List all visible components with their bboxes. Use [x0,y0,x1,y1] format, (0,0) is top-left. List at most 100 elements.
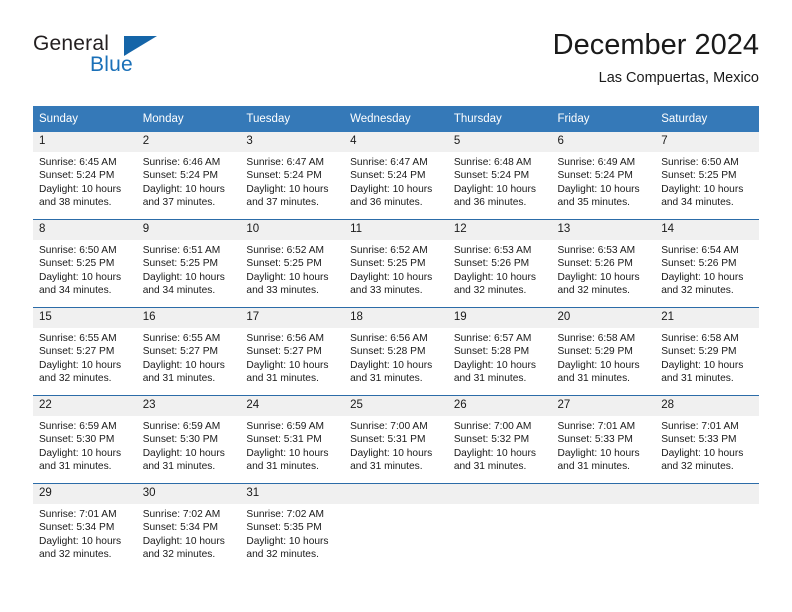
daylight-text-line1: Daylight: 10 hours [350,359,433,371]
day-cell[interactable]: 24 Sunrise: 6:59 AM Sunset: 5:31 PM Dayl… [240,395,345,484]
day-number: 1 [33,132,137,152]
daylight-text-line1: Daylight: 10 hours [246,183,329,195]
day-number: 12 [447,220,552,240]
daylight-text-line1: Daylight: 10 hours [39,359,122,371]
day-cell[interactable]: 2 Sunrise: 6:46 AM Sunset: 5:24 PM Dayli… [136,132,241,220]
sunrise-text: Sunrise: 6:48 AM [453,157,532,168]
day-cell[interactable]: 18 Sunrise: 6:56 AM Sunset: 5:28 PM Dayl… [344,307,448,396]
day-cell[interactable]: 9 Sunrise: 6:51 AM Sunset: 5:25 PM Dayli… [136,219,241,308]
day-cell[interactable]: 3 Sunrise: 6:47 AM Sunset: 5:24 PM Dayli… [240,132,345,220]
sunset-text: Sunset: 5:33 PM [661,434,737,446]
daylight-text-line2: and 32 minutes. [661,461,734,473]
daylight-text-line1: Daylight: 10 hours [142,359,225,371]
day-cell[interactable]: 29 Sunrise: 7:01 AM Sunset: 5:34 PM Dayl… [33,483,137,571]
weekday-header-tuesday: Tuesday [240,106,345,132]
day-details: Sunrise: 6:52 AM Sunset: 5:25 PM Dayligh… [240,240,345,307]
day-number: 16 [136,308,241,328]
day-cell[interactable]: 15 Sunrise: 6:55 AM Sunset: 5:27 PM Dayl… [33,307,137,396]
daylight-text-line1: Daylight: 10 hours [350,447,433,459]
day-number: 10 [240,220,345,240]
sunrise-text: Sunrise: 7:01 AM [39,509,117,520]
day-number: 18 [344,308,448,328]
daylight-text-line1: Daylight: 10 hours [350,183,433,195]
day-cell[interactable]: 13 Sunrise: 6:53 AM Sunset: 5:26 PM Dayl… [551,219,656,308]
day-cell-empty [655,483,759,571]
sunset-text: Sunset: 5:32 PM [453,434,530,446]
daylight-text-line2: and 37 minutes. [142,197,216,209]
daylight-text-line2: and 38 minutes. [39,197,112,209]
sunset-text: Sunset: 5:35 PM [246,522,322,534]
daylight-text-line2: and 33 minutes. [350,285,423,297]
calendar-page: General Blue December 2024 Las Compuerta… [0,0,792,612]
week-row: 15 Sunrise: 6:55 AM Sunset: 5:27 PM Dayl… [33,307,759,396]
sunrise-text: Sunrise: 6:56 AM [350,333,428,344]
day-number: 11 [344,220,448,240]
day-cell[interactable]: 16 Sunrise: 6:55 AM Sunset: 5:27 PM Dayl… [136,307,241,396]
day-number: 29 [33,484,137,504]
day-number: 30 [136,484,241,504]
day-cell[interactable]: 1 Sunrise: 6:45 AM Sunset: 5:24 PM Dayli… [33,132,137,220]
sunrise-text: Sunrise: 6:58 AM [557,333,636,344]
daylight-text-line1: Daylight: 10 hours [453,447,536,459]
day-cell[interactable]: 20 Sunrise: 6:58 AM Sunset: 5:29 PM Dayl… [551,307,656,396]
weekday-header-wednesday: Wednesday [344,106,448,132]
day-details: Sunrise: 7:01 AM Sunset: 5:33 PM Dayligh… [551,416,656,483]
day-number: 13 [551,220,656,240]
day-cell[interactable]: 22 Sunrise: 6:59 AM Sunset: 5:30 PM Dayl… [33,395,137,484]
day-cell[interactable]: 26 Sunrise: 7:00 AM Sunset: 5:32 PM Dayl… [447,395,552,484]
day-number: 27 [551,396,656,416]
day-number: 25 [344,396,448,416]
sunrise-text: Sunrise: 7:02 AM [142,509,221,520]
day-details [551,504,656,571]
day-number: 24 [240,396,345,416]
day-number: 3 [240,132,345,152]
day-details: Sunrise: 7:02 AM Sunset: 5:34 PM Dayligh… [136,504,241,571]
daylight-text-line1: Daylight: 10 hours [453,359,536,371]
sunrise-text: Sunrise: 6:53 AM [557,245,636,256]
day-cell[interactable]: 31 Sunrise: 7:02 AM Sunset: 5:35 PM Dayl… [240,483,345,571]
day-details: Sunrise: 7:00 AM Sunset: 5:31 PM Dayligh… [344,416,448,483]
day-number: 6 [551,132,656,152]
day-cell[interactable]: 23 Sunrise: 6:59 AM Sunset: 5:30 PM Dayl… [136,395,241,484]
general-blue-logo[interactable]: General Blue [33,32,273,92]
daylight-text-line2: and 31 minutes. [453,461,527,473]
day-details: Sunrise: 6:54 AM Sunset: 5:26 PM Dayligh… [655,240,759,307]
day-number: 7 [655,132,759,152]
day-cell[interactable]: 27 Sunrise: 7:01 AM Sunset: 5:33 PM Dayl… [551,395,656,484]
sunset-text: Sunset: 5:25 PM [142,258,219,270]
day-cell[interactable]: 11 Sunrise: 6:52 AM Sunset: 5:25 PM Dayl… [344,219,448,308]
day-cell[interactable]: 8 Sunrise: 6:50 AM Sunset: 5:25 PM Dayli… [33,219,137,308]
day-cell[interactable]: 7 Sunrise: 6:50 AM Sunset: 5:25 PM Dayli… [655,132,759,220]
sunset-text: Sunset: 5:26 PM [661,258,737,270]
daylight-text-line1: Daylight: 10 hours [557,359,640,371]
day-cell[interactable]: 19 Sunrise: 6:57 AM Sunset: 5:28 PM Dayl… [447,307,552,396]
daylight-text-line2: and 32 minutes. [661,285,734,297]
daylight-text-line2: and 32 minutes. [39,549,112,561]
weekday-header-saturday: Saturday [655,106,759,132]
day-cell[interactable]: 12 Sunrise: 6:53 AM Sunset: 5:26 PM Dayl… [447,219,552,308]
sunrise-text: Sunrise: 6:50 AM [661,157,739,168]
day-number: 19 [447,308,552,328]
day-cell[interactable]: 14 Sunrise: 6:54 AM Sunset: 5:26 PM Dayl… [655,219,759,308]
sunset-text: Sunset: 5:25 PM [246,258,322,270]
day-cell[interactable]: 5 Sunrise: 6:48 AM Sunset: 5:24 PM Dayli… [447,132,552,220]
day-cell[interactable]: 4 Sunrise: 6:47 AM Sunset: 5:24 PM Dayli… [344,132,448,220]
day-cell[interactable]: 30 Sunrise: 7:02 AM Sunset: 5:34 PM Dayl… [136,483,241,571]
day-cell[interactable]: 6 Sunrise: 6:49 AM Sunset: 5:24 PM Dayli… [551,132,656,220]
day-details: Sunrise: 7:01 AM Sunset: 5:33 PM Dayligh… [655,416,759,483]
sunrise-text: Sunrise: 6:56 AM [246,333,324,344]
daylight-text-line1: Daylight: 10 hours [39,535,122,547]
day-cell[interactable]: 17 Sunrise: 6:56 AM Sunset: 5:27 PM Dayl… [240,307,345,396]
sunrise-text: Sunrise: 6:45 AM [39,157,117,168]
weekday-header-sunday: Sunday [33,106,137,132]
daylight-text-line1: Daylight: 10 hours [246,271,329,283]
day-cell[interactable]: 21 Sunrise: 6:58 AM Sunset: 5:29 PM Dayl… [655,307,759,396]
day-cell[interactable]: 10 Sunrise: 6:52 AM Sunset: 5:25 PM Dayl… [240,219,345,308]
sunset-text: Sunset: 5:26 PM [453,258,530,270]
day-cell[interactable]: 28 Sunrise: 7:01 AM Sunset: 5:33 PM Dayl… [655,395,759,484]
week-row: 8 Sunrise: 6:50 AM Sunset: 5:25 PM Dayli… [33,219,759,308]
day-details: Sunrise: 6:45 AM Sunset: 5:24 PM Dayligh… [33,152,137,219]
day-cell[interactable]: 25 Sunrise: 7:00 AM Sunset: 5:31 PM Dayl… [344,395,448,484]
day-number: 9 [136,220,241,240]
daylight-text-line2: and 31 minutes. [350,373,423,385]
